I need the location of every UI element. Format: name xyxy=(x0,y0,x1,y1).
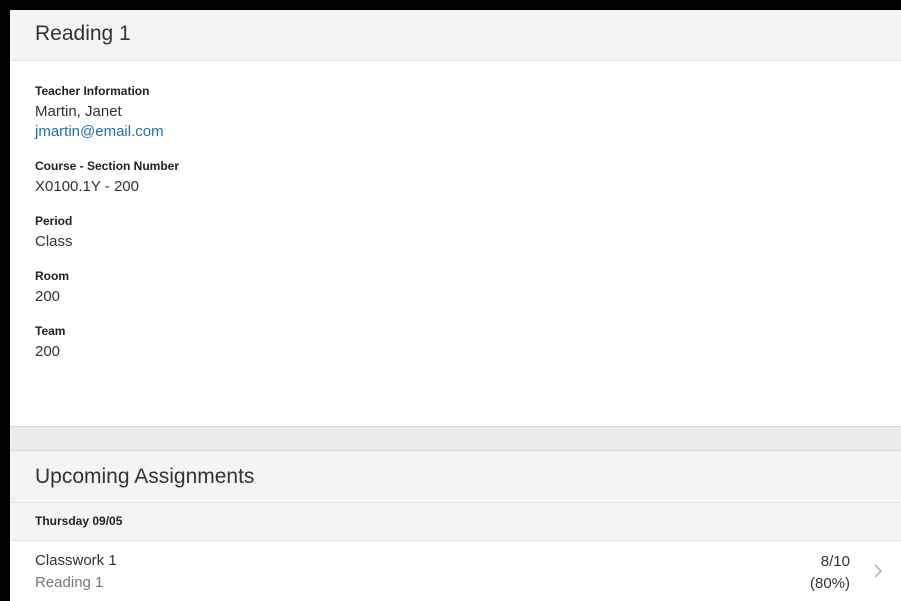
chevron-right-icon[interactable] xyxy=(873,563,883,579)
course-fields: Teacher Information Martin, Janet jmarti… xyxy=(10,61,901,362)
teacher-email-link[interactable]: jmartin@email.com xyxy=(35,122,901,142)
course-section-label: Course - Section Number xyxy=(35,159,180,173)
period-value: Class xyxy=(35,233,73,250)
period: Period Class xyxy=(35,213,901,252)
room-value: 200 xyxy=(35,288,61,305)
assignment-score: 8/10 (80%) xyxy=(810,551,850,595)
day-header: Thursday 09/05 xyxy=(10,503,901,541)
teacher-name: Martin, Janet xyxy=(35,103,122,120)
room-label: Room xyxy=(35,269,69,283)
upcoming-assignments-title: Upcoming Assignments xyxy=(10,451,901,503)
assignment-row[interactable]: Classwork 1 Reading 1 8/10 (80%) xyxy=(10,541,901,601)
course-section-value: X0100.1Y - 200 xyxy=(35,178,139,195)
assignment-name: Classwork 1 xyxy=(35,552,117,569)
assignment-course: Reading 1 xyxy=(35,574,104,591)
team-value: 200 xyxy=(35,343,61,360)
team-label: Team xyxy=(35,324,66,338)
teacher-information: Teacher Information Martin, Janet jmarti… xyxy=(35,83,901,142)
period-label: Period xyxy=(35,214,73,228)
course-section: Course - Section Number X0100.1Y - 200 xyxy=(35,158,901,197)
team: Team 200 xyxy=(35,323,901,362)
upcoming-assignments-card: Upcoming Assignments Thursday 09/05 Clas… xyxy=(10,450,901,601)
course-title: Reading 1 xyxy=(10,10,901,61)
assignment-score-value: 8/10 xyxy=(820,553,850,570)
room: Room 200 xyxy=(35,268,901,307)
assignment-score-percent: (80%) xyxy=(809,575,850,592)
app-frame: Reading 1 Teacher Information Martin, Ja… xyxy=(10,10,901,601)
course-info-card: Reading 1 Teacher Information Martin, Ja… xyxy=(10,10,901,427)
teacher-information-label: Teacher Information xyxy=(35,84,150,98)
